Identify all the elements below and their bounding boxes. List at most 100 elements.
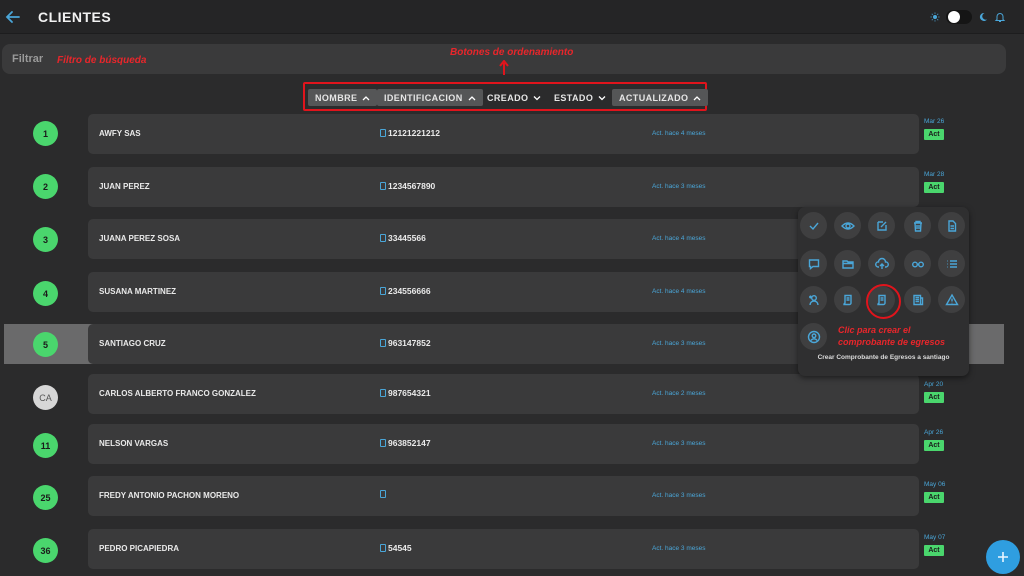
table-row[interactable]: NELSON VARGAS 963852147 Act. hace 3 mese… [88, 424, 919, 464]
edit-icon[interactable] [868, 212, 895, 239]
client-id: 1234567890 [380, 181, 435, 191]
client-date: Apr 26 [924, 429, 944, 436]
client-id: 33445566 [380, 233, 426, 243]
client-updated: Act. hace 4 meses [652, 235, 706, 242]
list-icon[interactable] [938, 250, 965, 277]
client-id: 963147852 [380, 338, 431, 348]
id-card-icon [380, 129, 386, 137]
warning-icon[interactable] [938, 286, 965, 313]
row-number-badge: 36 [33, 538, 58, 563]
table-row[interactable]: SUSANA MARTINEZ 234556666 Act. hace 4 me… [88, 272, 919, 312]
status-badge: Act [924, 492, 944, 503]
status-badge: Act [924, 392, 944, 403]
client-date: May 06 [924, 481, 946, 488]
top-icons [930, 9, 1006, 25]
id-card-icon [380, 544, 386, 552]
id-card-icon [380, 287, 386, 295]
id-card-icon [380, 234, 386, 242]
user-circle-icon[interactable] [800, 323, 827, 350]
client-updated: Act. hace 3 meses [652, 340, 706, 347]
top-bar: CLIENTES [0, 0, 1024, 34]
chevron-down-icon [598, 95, 606, 100]
status-badge: Act [924, 545, 944, 556]
row-number-badge: 11 [33, 433, 58, 458]
bell-icon[interactable] [994, 11, 1006, 23]
chevron-down-icon [533, 95, 541, 100]
theme-toggle[interactable] [946, 10, 972, 24]
sort-buttons: NOMBRE IDENTIFICACION CREADO ESTADO ACTU… [303, 82, 709, 111]
id-card-icon [380, 339, 386, 347]
page-title: CLIENTES [38, 9, 112, 25]
folder-icon[interactable] [834, 250, 861, 277]
glasses-icon[interactable] [904, 250, 931, 277]
sort-estado-button[interactable]: ESTADO [547, 89, 613, 106]
sort-creado-button[interactable]: CREADO [480, 89, 548, 106]
client-id: 963852147 [380, 438, 431, 448]
client-id: 234556666 [380, 286, 431, 296]
annotation-arrow-icon [499, 60, 509, 75]
trash-icon[interactable] [904, 212, 931, 239]
comment-icon[interactable] [800, 250, 827, 277]
annotation-sort: Botones de ordenamiento [450, 47, 574, 58]
status-badge: Act [924, 440, 944, 451]
table-row[interactable]: CARLOS ALBERTO FRANCO GONZALEZ 987654321… [88, 374, 919, 414]
table-row[interactable]: JUAN PEREZ 1234567890 Act. hace 3 meses [88, 167, 919, 207]
table-row[interactable]: JUANA PEREZ SOSA 33445566 Act. hace 4 me… [88, 219, 919, 259]
id-card-icon [380, 490, 386, 498]
add-fab-button[interactable] [986, 540, 1020, 574]
plus-icon [998, 552, 1008, 562]
chevron-up-icon [362, 95, 370, 100]
table-row[interactable]: AWFY SAS 12121221212 Act. hace 4 meses [88, 114, 919, 154]
row-number-badge: 2 [33, 174, 58, 199]
annotation-highlight-ring [866, 284, 901, 319]
client-name: SANTIAGO CRUZ [99, 339, 166, 348]
client-updated: Act. hace 3 meses [652, 183, 706, 190]
table-row[interactable]: FREDY ANTONIO PACHON MORENO Act. hace 3 … [88, 476, 919, 516]
client-updated: Act. hace 3 meses [652, 440, 706, 447]
receipt-icon[interactable] [834, 286, 861, 313]
client-name: CARLOS ALBERTO FRANCO GONZALEZ [99, 389, 256, 398]
newspaper-icon[interactable] [904, 286, 931, 313]
client-date: Mar 26 [924, 118, 945, 125]
client-id: 54545 [380, 543, 412, 553]
client-date: Apr 20 [924, 381, 944, 388]
sort-identificacion-button[interactable]: IDENTIFICACION [377, 89, 483, 106]
client-date: Mar 28 [924, 171, 945, 178]
sort-nombre-button[interactable]: NOMBRE [308, 89, 378, 106]
status-badge: Act [924, 182, 944, 193]
client-name: PEDRO PICAPIEDRA [99, 544, 180, 553]
annotation-egress-line1: Clic para crear el [838, 325, 911, 335]
status-badge: Act [924, 129, 944, 140]
client-updated: Act. hace 4 meses [652, 288, 706, 295]
sort-actualizado-button[interactable]: ACTUALIZADO [612, 89, 709, 106]
client-date: May 07 [924, 534, 946, 541]
annotation-egress-line2: comprobante de egresos [838, 337, 946, 347]
eye-icon[interactable] [834, 212, 861, 239]
client-name: JUAN PEREZ [99, 182, 150, 191]
client-name: JUANA PEREZ SOSA [99, 234, 181, 243]
row-number-badge: 3 [33, 227, 58, 252]
client-updated: Act. hace 4 meses [652, 130, 706, 137]
row-number-badge: 4 [33, 281, 58, 306]
filter-label: Filtrar [12, 53, 44, 65]
client-name: SUSANA MARTINEZ [99, 287, 177, 296]
client-id: 987654321 [380, 388, 431, 398]
table-row[interactable]: PEDRO PICAPIEDRA 54545 Act. hace 3 meses [88, 529, 919, 569]
check-icon[interactable] [800, 212, 827, 239]
chevron-up-icon [693, 95, 701, 100]
client-name: FREDY ANTONIO PACHON MORENO [99, 491, 240, 500]
row-number-badge: 1 [33, 121, 58, 146]
document-icon[interactable] [938, 212, 965, 239]
back-arrow-icon[interactable] [4, 8, 22, 26]
add-user-icon[interactable] [800, 286, 827, 313]
id-card-icon [380, 389, 386, 397]
table-row-selected[interactable]: SANTIAGO CRUZ 963147852 Act. hace 3 mese… [88, 324, 919, 364]
client-updated: Act. hace 2 meses [652, 390, 706, 397]
client-name: NELSON VARGAS [99, 439, 169, 448]
cloud-upload-icon[interactable] [868, 250, 895, 277]
moon-icon [979, 12, 987, 21]
id-card-icon [380, 182, 386, 190]
client-id: 12121221212 [380, 128, 440, 138]
client-updated: Act. hace 3 meses [652, 545, 706, 552]
client-updated: Act. hace 3 meses [652, 492, 706, 499]
